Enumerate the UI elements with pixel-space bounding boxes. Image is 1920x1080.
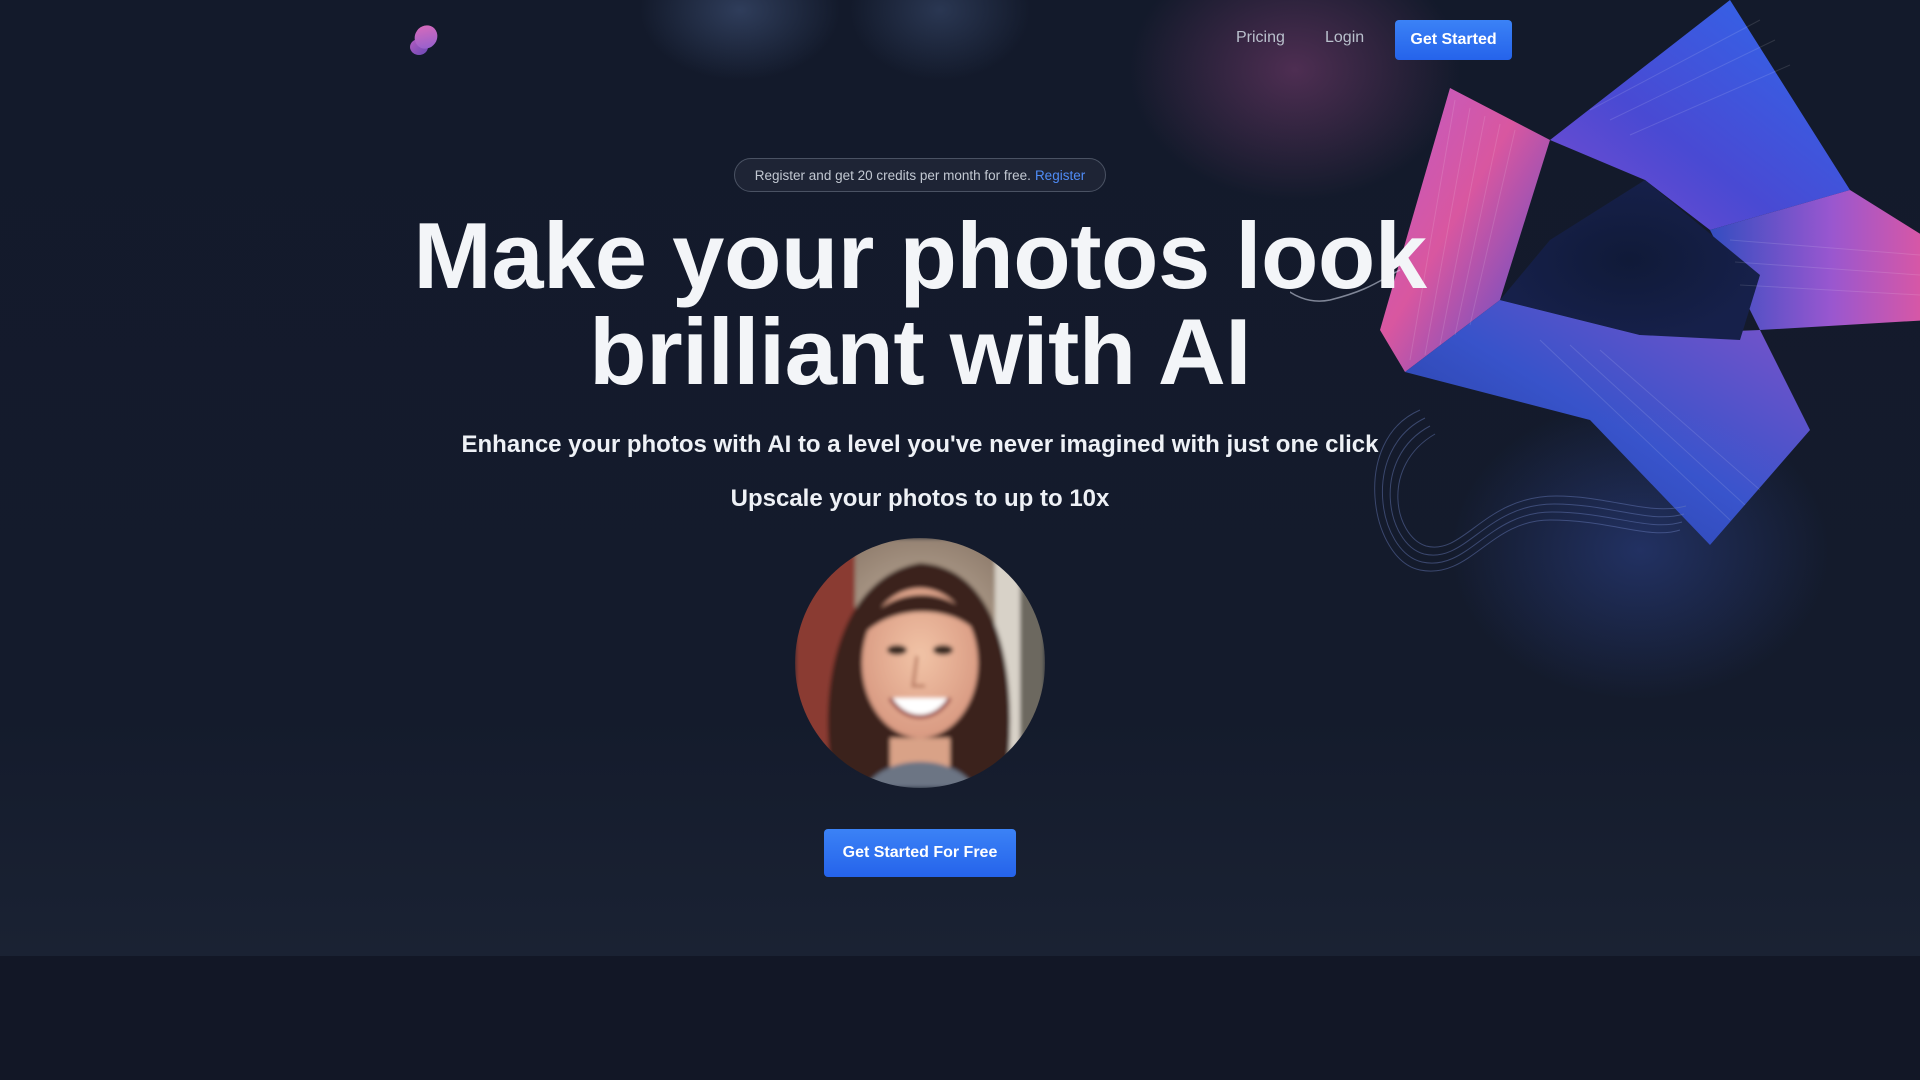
promo-text: Register and get 20 credits per month fo… xyxy=(754,167,1031,183)
headline-line-2: brilliant with AI xyxy=(589,299,1251,404)
hero-section: Pricing Login Get Started Register and g… xyxy=(0,0,1920,956)
nav-link-login[interactable]: Login xyxy=(1325,29,1364,47)
get-started-button[interactable]: Get Started xyxy=(1395,20,1512,60)
hero-subheading-upscale: Upscale your photos to up to 10x xyxy=(730,485,1110,512)
promo-banner: Register and get 20 credits per month fo… xyxy=(734,158,1106,192)
hero-subheading: Enhance your photos with AI to a level y… xyxy=(461,431,1379,458)
sample-portrait-image xyxy=(795,538,1045,788)
background-glow xyxy=(850,0,1030,80)
get-started-for-free-button[interactable]: Get Started For Free xyxy=(824,829,1016,877)
nav-link-pricing[interactable]: Pricing xyxy=(1236,29,1285,47)
page-title: Make your photos look brilliant with AI xyxy=(360,208,1480,400)
background-glow xyxy=(640,0,840,80)
landing-page: Pricing Login Get Started Register and g… xyxy=(0,0,1920,1080)
register-link[interactable]: Register xyxy=(1035,168,1085,183)
headline-line-1: Make your photos look xyxy=(413,203,1427,308)
orb-logo-icon[interactable] xyxy=(406,22,442,58)
